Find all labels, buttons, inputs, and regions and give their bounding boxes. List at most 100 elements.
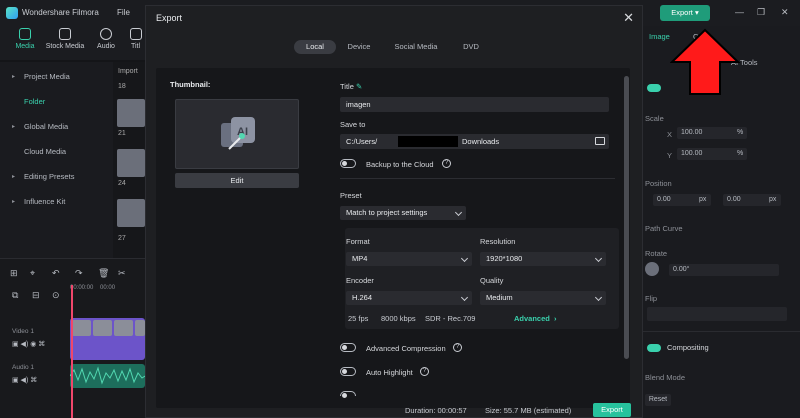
chevron-down-icon [454,208,463,217]
track-controls-icon[interactable]: ▣ ◀) ◉ ⌘ [12,340,45,348]
reset-button[interactable]: Reset [645,394,671,406]
clip-number: 24 [118,180,126,187]
flip-buttons[interactable] [647,307,787,321]
ai-rename-icon[interactable]: ✎ [356,82,362,91]
position-x-input[interactable]: 0.00 px [653,194,711,206]
media-toolbar: Media Stock Media Audio Titl [0,26,145,60]
rotate-label: Rotate [645,249,668,258]
compositing-toggle[interactable] [647,344,661,352]
path-curve-label: Path Curve [645,224,683,233]
layout-icon[interactable]: ⊞ [10,268,18,279]
library-item-cloud-media[interactable]: Cloud Media [24,147,66,156]
track-controls-icon[interactable]: ▣ ◀) ⌘ [12,376,37,384]
tab-titles[interactable]: Titl [126,28,145,50]
auto-highlight-label: Auto Highlight [366,368,413,377]
preset-label: Preset [340,191,362,200]
chevron-down-icon [594,254,603,263]
media-thumbnail[interactable] [117,199,145,227]
app-export-button[interactable]: Export ▾ [660,5,710,21]
scale-y-label: Y [667,151,673,160]
media-thumbnail[interactable] [117,99,145,127]
blend-mode-label: Blend Mode [645,373,686,382]
tab-social-media[interactable]: Social Media [386,40,446,54]
duration-text: Duration: 00:00:57 [405,406,467,415]
expand-caret-icon: ▸ [12,124,16,130]
library-item-folder[interactable]: Folder [24,97,45,106]
dialog-title: Export [156,13,183,23]
quality-select[interactable]: Medium [480,291,606,305]
save-to-input[interactable]: C:/Users/ Downloads [340,134,609,149]
link-icon[interactable]: ⊙ [52,290,60,301]
export-tabs: Local Device Social Media DVD [294,40,494,54]
clip-frame [114,320,133,336]
cut-icon[interactable]: ✂ [118,268,126,279]
redo-icon[interactable]: ↷ [75,268,83,279]
encoder-select[interactable]: H.264 [346,291,472,305]
add-track-icon[interactable]: ⧉ [12,290,18,301]
advanced-compression-toggle[interactable] [340,343,356,352]
tab-dvd[interactable]: DVD [452,40,490,54]
divider [340,178,615,179]
titles-icon [129,28,142,40]
scale-y-input[interactable]: 100.00% [677,148,747,160]
scale-x-input[interactable]: 100.00% [677,127,747,139]
color-space-value: SDR - Rec.709 [425,314,476,323]
tab-local[interactable]: Local [294,40,336,54]
playhead[interactable] [71,285,73,418]
rotate-input[interactable]: 0.00° [669,264,779,276]
estimated-size-text: Size: 55.7 MB (estimated) [485,406,572,415]
advanced-compression-label: Advanced Compression [366,344,446,353]
help-icon[interactable]: ? [420,367,429,376]
tab-image[interactable]: Image [649,32,670,41]
fps-value: 25 fps [348,314,369,323]
delete-icon[interactable]: 🗑 [98,268,109,279]
clip-frame [135,320,145,336]
library-panel: ▸ Project Media Folder ▸ Global Media Cl… [0,62,113,258]
edit-thumbnail-button[interactable]: Edit [175,173,299,188]
snap-icon[interactable]: ⊟ [32,290,40,301]
tab-stock-media[interactable]: Stock Media [45,28,85,50]
tab-audio[interactable]: Audio [91,28,121,50]
export-button[interactable]: Export [593,403,631,417]
scale-x-label: X [667,130,673,139]
backup-cloud-toggle[interactable] [340,159,356,168]
position-y-input[interactable]: 0.00 px [723,194,781,206]
divider [643,331,800,332]
format-select[interactable]: MP4 [346,252,472,266]
transform-toggle[interactable] [647,84,661,92]
clip-number: 21 [118,130,126,137]
dialog-scrollbar[interactable] [624,76,629,359]
auto-highlight-toggle[interactable] [340,367,356,376]
help-icon[interactable]: ? [442,159,451,168]
file-menu[interactable]: File [117,8,130,17]
tab-media[interactable]: Media [10,28,40,50]
maximize-icon[interactable]: ❐ [757,7,765,18]
import-button[interactable]: Import [118,68,138,75]
library-item-global-media[interactable]: Global Media [24,122,68,131]
video-track-clip[interactable] [70,318,145,360]
timeline-ruler[interactable]: 00:00:00 00:00 [70,285,145,291]
title-input[interactable]: imagen [340,97,609,112]
media-thumbnail[interactable] [117,149,145,177]
folder-icon[interactable] [595,137,605,145]
preset-select[interactable]: Match to project settings [340,206,466,220]
close-icon[interactable]: ✕ [623,10,634,26]
next-toggle-partial[interactable] [340,391,356,398]
expand-caret-icon: ▸ [12,74,16,80]
library-item-project-media[interactable]: Project Media [24,72,70,81]
undo-icon[interactable]: ↶ [52,268,60,279]
advanced-settings-link[interactable]: Advanced › [514,314,557,323]
rotate-dial[interactable] [645,262,659,276]
audio-track-clip[interactable] [70,364,145,388]
select-tool-icon[interactable]: ⌖ [30,268,35,279]
library-item-influence-kit[interactable]: Influence Kit [24,197,65,206]
library-item-editing-presets[interactable]: Editing Presets [24,172,74,181]
bitrate-value: 8000 kbps [381,314,416,323]
resolution-select[interactable]: 1920*1080 [480,252,606,266]
ai-image-icon: AI [221,117,255,150]
minimize-icon[interactable]: — [735,7,744,17]
tab-device[interactable]: Device [340,40,378,54]
close-window-icon[interactable]: ✕ [781,7,789,18]
help-icon[interactable]: ? [453,343,462,352]
export-settings-body: Thumbnail: AI Edit Title ✎ imagen Save t… [156,68,630,408]
